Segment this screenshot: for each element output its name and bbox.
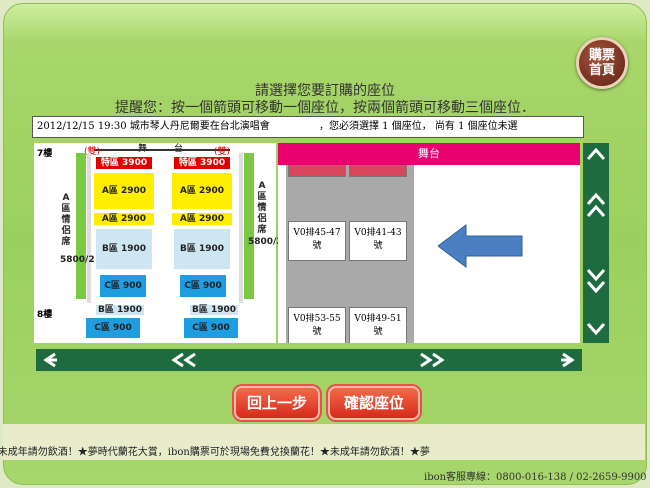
stage-line <box>94 149 230 151</box>
floor8-zone-b-right[interactable]: B區 1900 <box>190 305 238 315</box>
zone-special-left[interactable]: 特區 3900 <box>96 157 152 169</box>
seat-label-suffix: 號 <box>312 327 322 337</box>
back-button[interactable]: 回上一步 <box>234 386 320 420</box>
double-left-arrow-icon[interactable] <box>170 352 200 368</box>
seat-label: V0排53-55 <box>293 314 341 324</box>
right-arrow-single-icon[interactable] <box>560 352 578 368</box>
seat-option-4[interactable]: V0排49-51 號 <box>349 307 407 343</box>
stage-bar: 舞台 <box>278 143 580 165</box>
zone-b-right[interactable]: B區 1900 <box>174 229 230 269</box>
right-aisle-line <box>239 153 243 303</box>
floor8-zone-c-left[interactable]: C區 900 <box>86 318 140 338</box>
double-right-arrow-icon[interactable] <box>416 352 446 368</box>
left-arrow-single-icon[interactable] <box>40 352 58 368</box>
venue-map[interactable]: 7樓 8樓 舞 台 (雙) (雙) A區情侶席 A區情侶席 5800/2 580… <box>34 141 283 343</box>
selection-message: ，您必須選擇 1 個座位， 尚有 1 個座位未選 <box>319 121 518 132</box>
seat-label: V0排41-43 <box>354 228 402 238</box>
event-info-bar: 2012/12/15 19:30 城市琴人丹尼爾要在台北演唱會 ，您必須選擇 1… <box>32 116 584 138</box>
floor8-label: 8樓 <box>37 310 53 320</box>
couple-label-right: A區情侶席 <box>257 181 267 235</box>
down-arrow-icon[interactable] <box>586 321 606 337</box>
floor8-zone-b-left[interactable]: B區 1900 <box>96 305 144 315</box>
stage-left-label: 舞 <box>138 141 147 154</box>
seat-label-suffix: 號 <box>373 327 383 337</box>
seat-label: V0排45-47 <box>293 228 341 238</box>
seat-label-suffix: 號 <box>312 241 322 251</box>
left-aisle-line <box>87 153 91 303</box>
couple-label-left: A區情侶席 <box>61 193 71 247</box>
vertical-nav-bar <box>583 143 609 343</box>
customer-service-line: ibon客服專線：0800-016-138 / 02-2659-9900 <box>424 472 647 483</box>
zone-a-right-upper[interactable]: A區 2900 <box>172 173 232 209</box>
floor7-label: 7樓 <box>37 149 53 159</box>
ticker-text: r未成年請勿飲酒！★夢時代蘭花大賞，ibon購票可於現場免費兌換蘭花！★未成年請… <box>0 447 430 458</box>
stage-right-label: 台 <box>174 141 183 154</box>
floor8-zone-c-right[interactable]: C區 900 <box>184 318 238 338</box>
couple-seats-right[interactable] <box>244 153 254 299</box>
zone-c-right[interactable]: C區 900 <box>180 275 226 297</box>
zone-b-left[interactable]: B區 1900 <box>96 229 152 269</box>
left-arrow-icon <box>438 224 523 268</box>
seat-selection-panel: 舞台 V0排45-47 號 V0排41-43 號 V0排53-55 號 V0排4… <box>278 143 580 343</box>
zone-c-left[interactable]: C區 900 <box>100 275 146 297</box>
double-marker-right: (雙) <box>214 147 231 157</box>
zone-a-left-upper[interactable]: A區 2900 <box>94 173 154 209</box>
double-down-arrow-icon[interactable] <box>586 265 606 295</box>
seat-label: V0排49-51 <box>354 314 402 324</box>
zone-special-right[interactable]: 特區 3900 <box>174 157 230 169</box>
horizontal-nav-bar <box>36 349 582 371</box>
seat-option-2[interactable]: V0排41-43 號 <box>349 221 407 261</box>
couple-price-left: 5800/2 <box>60 255 95 265</box>
event-name: 2012/12/15 19:30 城市琴人丹尼爾要在台北演唱會 <box>37 121 270 132</box>
seat-partial-2[interactable] <box>349 165 407 177</box>
zone-a-right-lower[interactable]: A區 2900 <box>172 213 232 225</box>
couple-seats-left[interactable] <box>76 153 86 299</box>
seat-option-3[interactable]: V0排53-55 號 <box>288 307 346 343</box>
up-arrow-icon[interactable] <box>586 146 606 162</box>
seat-option-1[interactable]: V0排45-47 號 <box>288 221 346 261</box>
zone-a-left-lower[interactable]: A區 2900 <box>94 213 154 225</box>
seat-partial-1[interactable] <box>288 165 346 177</box>
instruction-hint: 提醒您：按一個箭頭可移動一個座位，按兩個箭頭可移動三個座位． <box>115 100 535 116</box>
seat-label-suffix: 號 <box>373 241 383 251</box>
confirm-seat-button[interactable]: 確認座位 <box>328 386 420 420</box>
double-up-arrow-icon[interactable] <box>586 191 606 221</box>
home-button-line1: 購票 <box>588 48 615 63</box>
announcement-ticker: r未成年請勿飲酒！★夢時代蘭花大賞，ibon購票可於現場免費兌換蘭花！★未成年請… <box>0 424 645 460</box>
home-button-line2: 首頁 <box>588 63 615 78</box>
